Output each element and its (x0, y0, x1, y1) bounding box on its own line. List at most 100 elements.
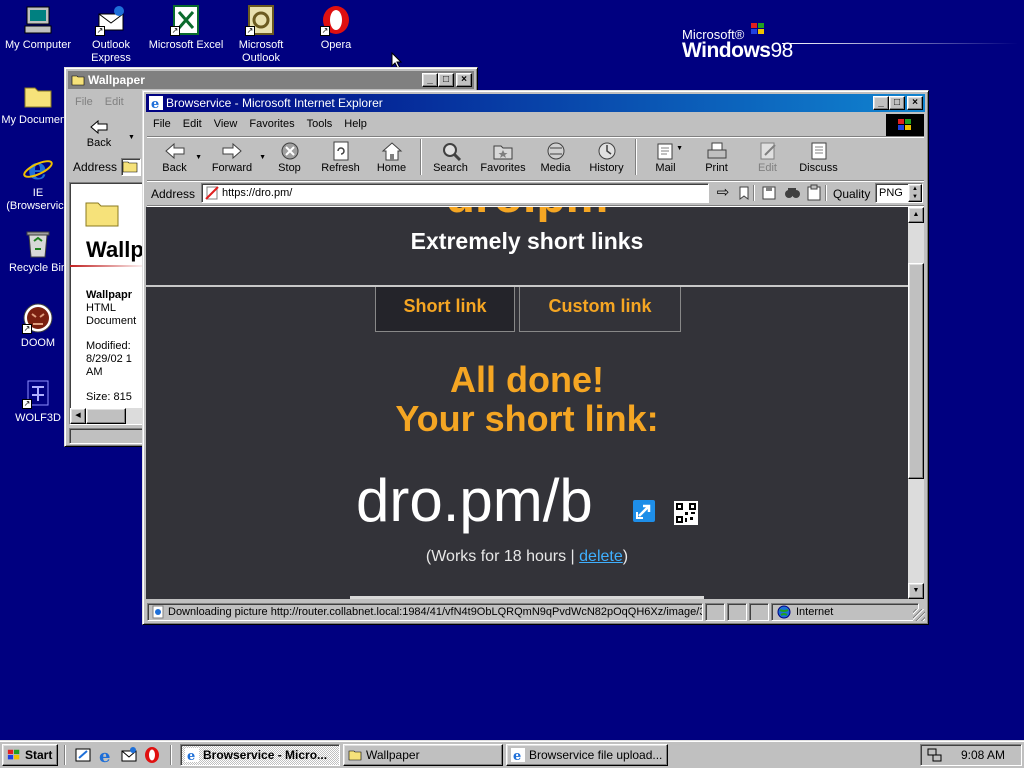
menu-favorites[interactable]: Favorites (243, 118, 300, 130)
windows-logo-throbber (886, 114, 924, 136)
menu-view[interactable]: View (208, 118, 244, 130)
quicklaunch-outlook-express-icon[interactable] (120, 746, 138, 764)
status-panel-progress (705, 603, 725, 621)
svg-text:e: e (513, 749, 521, 762)
edit-button[interactable]: Edit (742, 139, 793, 181)
desktop-icon-outlook-express[interactable]: ↗ Outlook Express (73, 4, 149, 65)
scroll-thumb[interactable] (908, 263, 924, 479)
status-zone-panel: Internet (771, 603, 919, 621)
short-link-value[interactable]: dro.pm/b (356, 469, 593, 533)
open-link-icon[interactable] (633, 500, 655, 522)
wallpaper-address-field[interactable] (121, 158, 141, 176)
back-arrow-icon (164, 142, 184, 160)
task-browservice[interactable]: e Browservice - Micro... (180, 744, 340, 766)
close-button[interactable]: × (456, 73, 472, 87)
menu-file[interactable]: File (69, 96, 99, 108)
back-button[interactable]: Back ▼ (149, 139, 202, 181)
task-browservice-file-upload[interactable]: e Browservice file upload... (506, 744, 668, 766)
print-icon (707, 142, 726, 159)
print-button[interactable]: Print (691, 139, 742, 181)
wallpaper-back-button[interactable]: Back (79, 119, 119, 149)
windows-flag-icon (751, 23, 764, 34)
outlook-icon: ↗ (245, 4, 277, 36)
page-content: dro.pm Extremely short links Short link … (146, 207, 908, 599)
find-icon[interactable] (783, 184, 801, 202)
maximize-button[interactable]: □ (438, 73, 454, 87)
quality-select[interactable]: PNG ▲ ▼ (875, 183, 923, 203)
forward-button[interactable]: Forward ▼ (200, 139, 266, 181)
scroll-up-icon[interactable]: ▲ (908, 207, 924, 223)
quicklaunch-ie-icon[interactable]: e (97, 746, 115, 767)
menu-tools[interactable]: Tools (301, 118, 339, 130)
search-icon (442, 143, 461, 161)
wallpaper-content-pane: Wallp Wallpapr HTML Document Modified: 8… (69, 182, 147, 425)
forward-arrow-icon (222, 142, 242, 160)
delete-link[interactable]: delete (579, 548, 623, 565)
menu-help[interactable]: Help (338, 118, 373, 130)
zone-label: Internet (796, 606, 834, 618)
site-tagline: Extremely short links (410, 228, 644, 254)
quality-spin-buttons[interactable]: ▲ ▼ (908, 184, 922, 202)
discuss-button[interactable]: Discuss (793, 139, 844, 181)
bookmark-icon[interactable] (735, 184, 753, 202)
maximize-button[interactable]: □ (889, 96, 905, 110)
minimize-button[interactable]: _ (873, 96, 889, 110)
wolf3d-icon: ↗ (22, 377, 54, 409)
tab-custom-link[interactable]: Custom link (519, 287, 681, 332)
desktop-icon-my-computer[interactable]: My Computer (0, 4, 76, 52)
scroll-left-icon[interactable]: ◀ (70, 408, 86, 424)
network-tray-icon[interactable] (927, 747, 943, 763)
status-text: Downloading picture http://router.collab… (168, 606, 703, 618)
clipboard-icon[interactable] (805, 184, 823, 202)
refresh-button[interactable]: Refresh (315, 139, 366, 181)
size-label: Size: 815 (86, 391, 132, 403)
menu-edit[interactable]: Edit (177, 118, 208, 130)
quicklaunch-opera-icon[interactable] (143, 746, 161, 764)
desktop-icon-label: Opera (320, 39, 352, 51)
minimize-button[interactable]: _ (422, 73, 438, 87)
scroll-down-icon[interactable]: ▼ (908, 583, 924, 599)
start-button[interactable]: Start (2, 744, 58, 766)
page-vertical-scrollbar[interactable]: ▲ ▼ (908, 207, 924, 599)
folder-icon (85, 202, 119, 227)
system-tray: 9:08 AM (920, 744, 1022, 766)
save-page-icon[interactable] (760, 184, 778, 202)
windows-flag-icon (898, 119, 911, 130)
quicklaunch-show-desktop-icon[interactable] (74, 746, 92, 764)
windows-flag-icon (7, 749, 20, 760)
folder-title: Wallp (86, 237, 144, 262)
menu-edit[interactable]: Edit (99, 96, 130, 108)
ie-address-label: Address (151, 187, 196, 201)
close-button[interactable]: × (907, 96, 923, 110)
desktop-icon-microsoft-outlook[interactable]: ↗ Microsoft Outlook (223, 4, 299, 65)
scroll-thumb[interactable] (86, 408, 126, 424)
search-button[interactable]: Search (425, 139, 476, 181)
modified-value: 8/29/02 1 (86, 353, 132, 365)
media-button[interactable]: Media (530, 139, 581, 181)
desktop-icon-label: My Computer (4, 39, 72, 51)
url-text: https://dro.pm/ (222, 187, 293, 199)
qr-code-icon[interactable] (674, 501, 698, 525)
horizontal-scrollbar[interactable]: ◀ (70, 408, 146, 424)
tab-short-link[interactable]: Short link (375, 287, 515, 332)
desktop-icon-opera[interactable]: ↗ Opera (298, 4, 374, 52)
svg-text:e: e (99, 746, 110, 764)
desktop-icon-microsoft-excel[interactable]: ↗ Microsoft Excel (148, 4, 224, 52)
home-button[interactable]: Home (366, 139, 417, 181)
ie-address-field[interactable]: https://dro.pm/ (201, 183, 709, 203)
favorites-icon (493, 145, 513, 160)
history-icon (598, 142, 615, 160)
clock[interactable]: 9:08 AM (961, 748, 1005, 762)
stop-button[interactable]: Stop (264, 139, 315, 181)
favorites-button[interactable]: Favorites (476, 139, 530, 181)
wallpaper-titlebar[interactable]: Wallpaper _ □ × (68, 71, 474, 89)
menu-file[interactable]: File (147, 118, 177, 130)
go-arrow-icon[interactable]: ⇨ (713, 184, 733, 202)
task-wallpaper[interactable]: Wallpaper (343, 744, 503, 766)
back-dropdown-icon[interactable]: ▼ (128, 134, 135, 141)
mail-button[interactable]: Mail ▼ (640, 139, 691, 181)
mail-dropdown-icon[interactable]: ▼ (676, 145, 683, 152)
history-button[interactable]: History (581, 139, 632, 181)
ie-titlebar[interactable]: e Browservice - Microsoft Internet Explo… (146, 94, 925, 112)
resize-grip-icon[interactable] (913, 609, 925, 621)
